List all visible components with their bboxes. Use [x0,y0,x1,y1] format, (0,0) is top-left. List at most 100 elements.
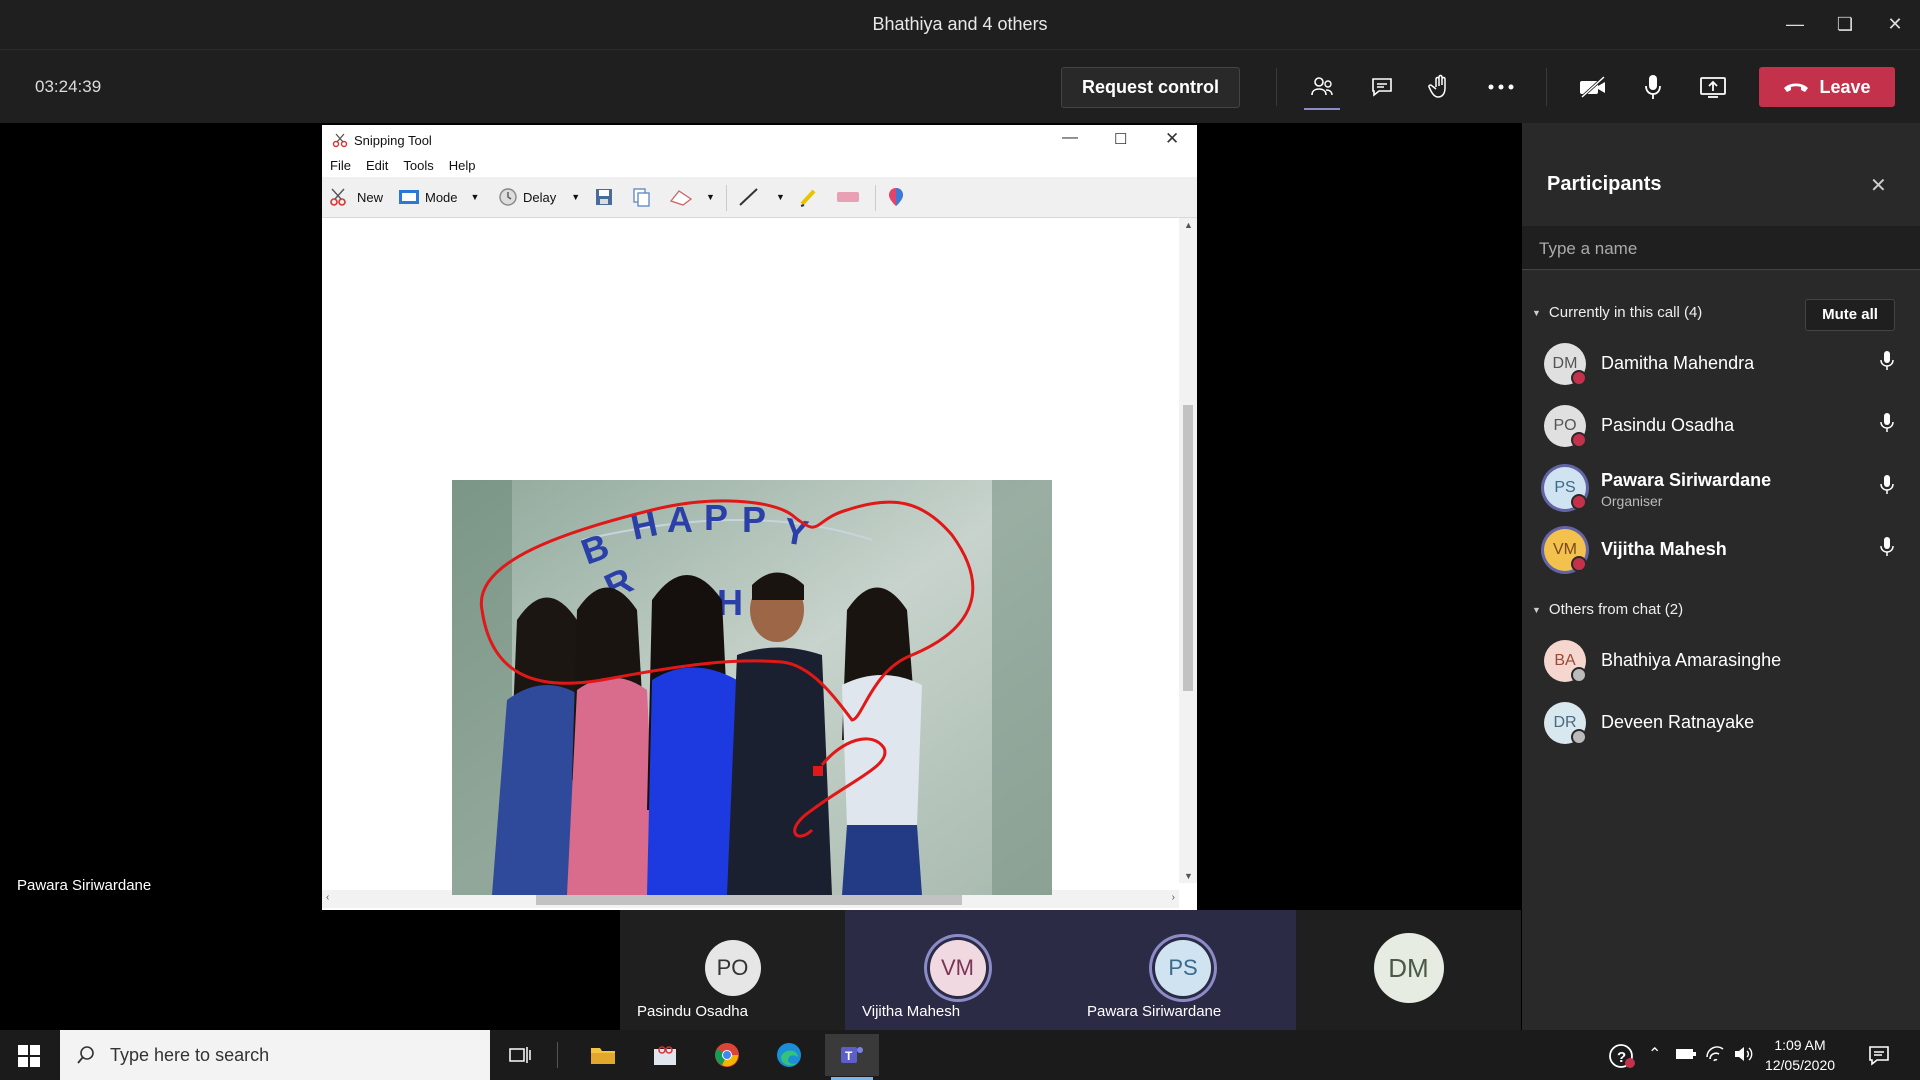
chrome-icon[interactable] [700,1034,754,1076]
avatar: PO [1544,405,1587,448]
participant-row[interactable]: PS Pawara Siriwardane Organiser [1544,460,1904,516]
microphone-icon[interactable] [1880,350,1894,377]
send-snip-icon[interactable]: ▼ [669,185,715,209]
windows-taskbar: Type here to search T ? ⌃ 1:09 AM 12/05/… [0,1030,1920,1080]
leave-label: Leave [1819,76,1871,97]
taskbar-time: 1:09 AM [1774,1037,1826,1053]
delay-button[interactable]: Delay ▼ [498,185,580,209]
mode-button[interactable]: Mode ▼ [398,185,479,209]
wifi-icon[interactable] [1705,1045,1725,1068]
toolbar-separator [875,185,876,211]
clock-icon [499,188,517,206]
svg-text:?: ? [1617,1049,1626,1066]
file-explorer-icon[interactable] [576,1034,630,1076]
avatar: PS [1155,940,1211,996]
new-snip-button[interactable]: New [328,185,383,209]
hang-up-icon [1783,77,1809,98]
save-icon[interactable] [594,185,614,209]
pen-dropdown-icon[interactable]: ▼ [776,192,785,202]
task-view-icon[interactable] [493,1034,547,1076]
microphone-icon[interactable] [1633,68,1673,106]
in-call-section-header[interactable]: ▼ Currently in this call (4) [1532,304,1702,321]
vertical-scroll-thumb[interactable] [1183,405,1193,691]
status-dot [1571,370,1587,386]
share-screen-icon[interactable] [1693,68,1733,106]
window-title: Bhathiya and 4 others [872,14,1048,34]
pen-icon[interactable]: ▼ [737,185,785,209]
snipping-tool-window: Snipping Tool — ☐ ✕ File Edit Tools Help Ne… [322,125,1197,910]
new-snip-icon [330,188,346,206]
participant-search-input[interactable] [1537,226,1911,271]
minimize-button[interactable]: — [1773,8,1817,40]
horizontal-scroll-thumb[interactable] [536,895,962,905]
send-dropdown-icon[interactable]: ▼ [706,192,715,202]
chevron-up-icon[interactable]: ⌃ [1648,1044,1661,1064]
eraser-icon[interactable] [835,185,861,209]
video-tile[interactable]: PS Pawara Siriwardane [1070,910,1296,1030]
volume-icon[interactable] [1733,1045,1753,1068]
status-dot [1571,494,1587,510]
copy-icon[interactable] [631,185,651,209]
mute-all-button[interactable]: Mute all [1805,299,1895,331]
toolbar-divider [1276,68,1277,106]
close-window-button[interactable]: ✕ [1873,8,1917,40]
notifications-icon[interactable] [1868,1044,1890,1071]
vertical-scrollbar[interactable]: ▲ ▼ [1179,218,1197,883]
snip-minimize-button[interactable]: — [1062,129,1078,147]
leave-button[interactable]: Leave [1759,67,1895,107]
svg-text:T: T [845,1049,853,1063]
battery-icon[interactable] [1675,1047,1697,1066]
participant-row[interactable]: PO Pasindu Osadha [1544,398,1904,454]
snip-maximize-button[interactable]: ☐ [1114,130,1127,148]
microphone-icon[interactable] [1880,536,1894,563]
participant-row[interactable]: VM Vijitha Mahesh [1544,522,1904,578]
video-tile[interactable]: DM [1296,910,1521,1030]
windows-start-icon[interactable] [18,1045,40,1072]
request-control-button[interactable]: Request control [1061,67,1240,108]
menu-help[interactable]: Help [449,158,476,173]
participants-title: Participants [1547,173,1662,195]
delay-label: Delay [523,189,557,205]
mode-label: Mode [425,189,458,205]
participants-icon[interactable] [1302,68,1342,106]
mode-dropdown-icon[interactable]: ▼ [471,192,480,202]
participants-panel: Participants ✕ ▼ Currently in this call … [1522,123,1920,1033]
snipping-tool-titlebar: Snipping Tool — ☐ ✕ [322,125,1197,155]
video-tile[interactable]: PO Pasindu Osadha [620,910,845,1030]
taskbar-clock[interactable]: 1:09 AM 12/05/2020 [1760,1035,1840,1075]
microphone-icon[interactable] [1880,474,1894,501]
video-strip: PO Pasindu Osadha VM Vijitha Mahesh PS P… [0,910,1521,1030]
toolbar-divider [1546,68,1547,106]
menu-file[interactable]: File [330,158,351,173]
raise-hand-icon[interactable] [1420,68,1460,106]
more-options-icon[interactable] [1481,68,1521,106]
participant-row[interactable]: BA Bhathiya Amarasinghe [1544,633,1904,689]
snip-close-button[interactable]: ✕ [1165,129,1179,149]
close-panel-icon[interactable]: ✕ [1870,173,1887,198]
taskbar-search[interactable]: Type here to search [60,1030,490,1080]
edge-icon[interactable] [762,1034,816,1076]
help-icon[interactable]: ? [1608,1043,1636,1074]
tile-name: Vijitha Mahesh [862,1003,961,1020]
others-section-header[interactable]: ▼ Others from chat (2) [1532,601,1683,618]
highlighter-icon[interactable] [798,185,820,209]
participant-name: Bhathiya Amarasinghe [1601,650,1782,670]
chat-icon[interactable] [1362,68,1402,106]
camera-off-icon[interactable] [1573,68,1613,106]
search-icon [77,1046,94,1064]
participant-row[interactable]: DM Damitha Mahendra [1544,336,1904,392]
in-call-header-label: Currently in this call (4) [1548,304,1703,321]
tile-name: Pawara Siriwardane [1087,1003,1222,1020]
menu-tools[interactable]: Tools [403,158,433,173]
paint3d-icon[interactable] [886,185,906,209]
avatar: VM [929,940,986,996]
teams-icon[interactable]: T [825,1034,879,1080]
delay-dropdown-icon[interactable]: ▼ [571,192,580,202]
snipping-tool-taskbar-icon[interactable] [638,1034,692,1076]
microphone-icon[interactable] [1880,412,1894,439]
restore-button[interactable]: ❏ [1823,8,1867,40]
new-snip-label: New [357,189,384,205]
video-tile[interactable]: VM Vijitha Mahesh [845,910,1070,1030]
participant-row[interactable]: DR Deveen Ratnayake [1544,695,1904,751]
menu-edit[interactable]: Edit [366,158,388,173]
